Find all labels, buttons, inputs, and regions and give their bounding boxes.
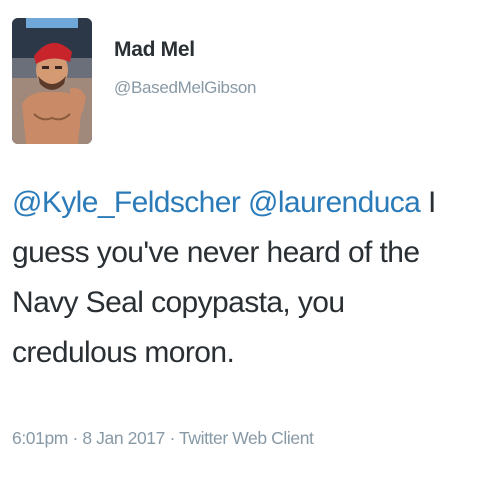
tweet-time[interactable]: 6:01pm xyxy=(12,428,68,448)
tweet-header: Mad Mel @BasedMelGibson xyxy=(12,18,257,144)
user-handle[interactable]: @BasedMelGibson xyxy=(114,78,257,98)
tweet-date[interactable]: 8 Jan 2017 xyxy=(82,428,165,448)
user-names: Mad Mel @BasedMelGibson xyxy=(114,18,257,98)
tweet-line-4: credulous moron. xyxy=(12,336,235,369)
meta-separator: · xyxy=(169,428,175,448)
mention-laurenduca[interactable]: @laurenduca xyxy=(248,186,421,219)
tweet-line-2: guess you've never heard of the xyxy=(12,236,420,269)
tweet-text-fragment: I xyxy=(428,186,436,219)
tweet-line-1: @Kyle_Feldscher @laurenduca I xyxy=(12,178,472,228)
avatar[interactable] xyxy=(12,18,92,144)
display-name[interactable]: Mad Mel xyxy=(114,38,256,62)
tweet-card: Mad Mel @BasedMelGibson @Kyle_Feldscher … xyxy=(0,0,480,480)
avatar-image xyxy=(12,18,92,144)
tweet-line-3: Navy Seal copypasta, you xyxy=(12,286,345,319)
tweet-text: @Kyle_Feldscher @laurenduca I guess you'… xyxy=(12,178,472,378)
mention-kyle-feldscher[interactable]: @Kyle_Feldscher xyxy=(12,186,241,219)
meta-separator: · xyxy=(72,428,78,448)
tweet-meta: 6:01pm · 8 Jan 2017 · Twitter Web Client xyxy=(12,428,314,449)
tweet-source[interactable]: Twitter Web Client xyxy=(179,428,314,448)
